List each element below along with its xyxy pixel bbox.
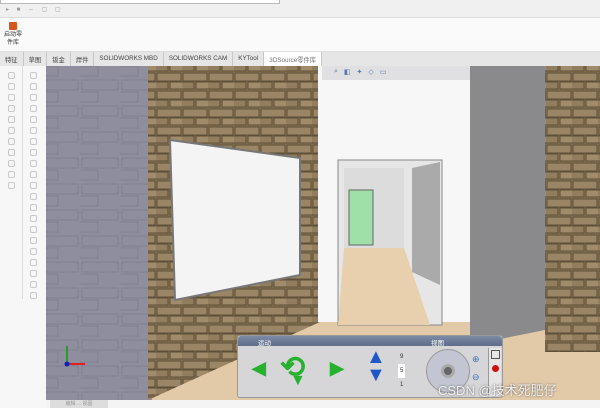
watermark: CSDN @技术死肥仔 (438, 383, 557, 398)
launch-part-library-button[interactable]: 启动零件库 (2, 21, 24, 47)
tool-icon[interactable] (30, 193, 37, 200)
layout-icon[interactable] (490, 350, 500, 359)
speed-control[interactable]: 9 5 1 (398, 350, 406, 392)
open-door (412, 162, 440, 285)
tool-icon[interactable] (7, 116, 15, 123)
hide-show-icon[interactable]: ◇ (368, 68, 373, 76)
move-back-arrow-icon[interactable]: ▼ (290, 372, 306, 390)
tool-icon[interactable] (7, 83, 15, 90)
tool-icon[interactable] (30, 72, 37, 79)
green-door (348, 189, 374, 246)
left-toolbar (0, 66, 46, 408)
tool-icon[interactable] (30, 215, 37, 222)
view-label: 视图 (431, 340, 444, 347)
tool-icon[interactable] (30, 270, 37, 277)
tool-icon[interactable] (30, 160, 37, 167)
quick-access-toolbar[interactable]: ▸ ■ ⇔ ▢ ▢ (6, 6, 64, 13)
record-icon[interactable] (491, 365, 499, 372)
zoom-in-icon[interactable]: ⊕ (472, 354, 480, 365)
tool-icon[interactable] (7, 160, 15, 167)
tool-icon[interactable] (30, 204, 37, 211)
tool-icon[interactable] (30, 281, 37, 288)
tool-icon[interactable] (30, 149, 37, 156)
elevation-arrows-icon[interactable]: ▲ ▼ (366, 347, 386, 385)
tool-icon[interactable] (30, 248, 37, 255)
panel-header: 运动 视图 (238, 336, 502, 347)
tool-icon[interactable] (7, 72, 15, 79)
part-library-icon (9, 22, 17, 30)
tool-icon[interactable] (7, 94, 15, 101)
tool-icon[interactable] (30, 182, 37, 189)
tab-features[interactable]: 特征 (0, 52, 24, 66)
tab-weldments[interactable]: 焊件 (71, 52, 95, 66)
tool-icon[interactable] (30, 259, 37, 266)
tool-icon[interactable] (30, 105, 37, 112)
ribbon: 启动零件库 (0, 18, 600, 52)
tool-icon[interactable] (7, 149, 15, 156)
heads-up-view-toolbar[interactable]: ⌕ ◧ ✦ ◇ ▭ (330, 66, 390, 78)
tool-icon[interactable] (30, 138, 37, 145)
whiteboard (168, 138, 301, 302)
bottom-tab[interactable]: 编辑 ... 视图 (50, 400, 108, 408)
speed-min: 1 (400, 382, 404, 388)
tool-icon[interactable] (30, 83, 37, 90)
tab-kytool[interactable]: KYTool (233, 52, 265, 66)
tool-icon[interactable] (30, 171, 37, 178)
tool-icon[interactable] (30, 292, 37, 299)
search-box[interactable] (0, 0, 280, 4)
tool-icon[interactable] (30, 94, 37, 101)
tool-icon[interactable] (30, 116, 37, 123)
move-right-arrow-icon[interactable]: ▶ (330, 358, 344, 379)
tab-cam[interactable]: SOLIDWORKS CAM (164, 52, 234, 66)
tool-icon[interactable] (30, 127, 37, 134)
tab-sketch[interactable]: 草图 (24, 52, 48, 66)
tab-mbd[interactable]: SOLIDWORKS MBD (94, 52, 164, 66)
tab-3dsource[interactable]: 3DSource零件库 (264, 52, 323, 66)
tool-icon[interactable] (30, 237, 37, 244)
motion-label: 运动 (258, 340, 271, 347)
display-style-icon[interactable]: ✦ (357, 68, 363, 76)
tool-icon[interactable] (30, 226, 37, 233)
launch-label: 启动零件库 (3, 32, 22, 46)
tool-icon[interactable] (7, 127, 15, 134)
tool-icon[interactable] (7, 182, 15, 189)
move-left-arrow-icon[interactable]: ◀ (252, 358, 266, 379)
speed-max: 9 (400, 354, 404, 360)
scene-icon[interactable]: ▭ (380, 68, 387, 76)
right-stone-wall (545, 66, 600, 352)
tool-icon[interactable] (7, 105, 15, 112)
zoom-fit-icon[interactable]: ⌕ (334, 68, 338, 76)
right-gray-wall (470, 66, 545, 345)
title-bar: ▸ ■ ⇔ ▢ ▢ (0, 0, 600, 18)
tool-icon[interactable] (7, 138, 15, 145)
tab-sheet-metal[interactable]: 钣金 (47, 52, 71, 66)
tool-icon[interactable] (7, 171, 15, 178)
toolbar-column-2 (22, 66, 44, 299)
view-orientation-icon[interactable]: ◧ (344, 68, 351, 76)
command-tabs: 特征 草图 钣金 焊件 SOLIDWORKS MBD SOLIDWORKS CA… (0, 52, 600, 66)
speed-value[interactable]: 5 (398, 364, 406, 378)
toolbar-column-1 (0, 66, 22, 189)
bottom-tab-bar: 编辑 ... 视图 (46, 400, 600, 408)
left-gray-wall (46, 66, 152, 400)
